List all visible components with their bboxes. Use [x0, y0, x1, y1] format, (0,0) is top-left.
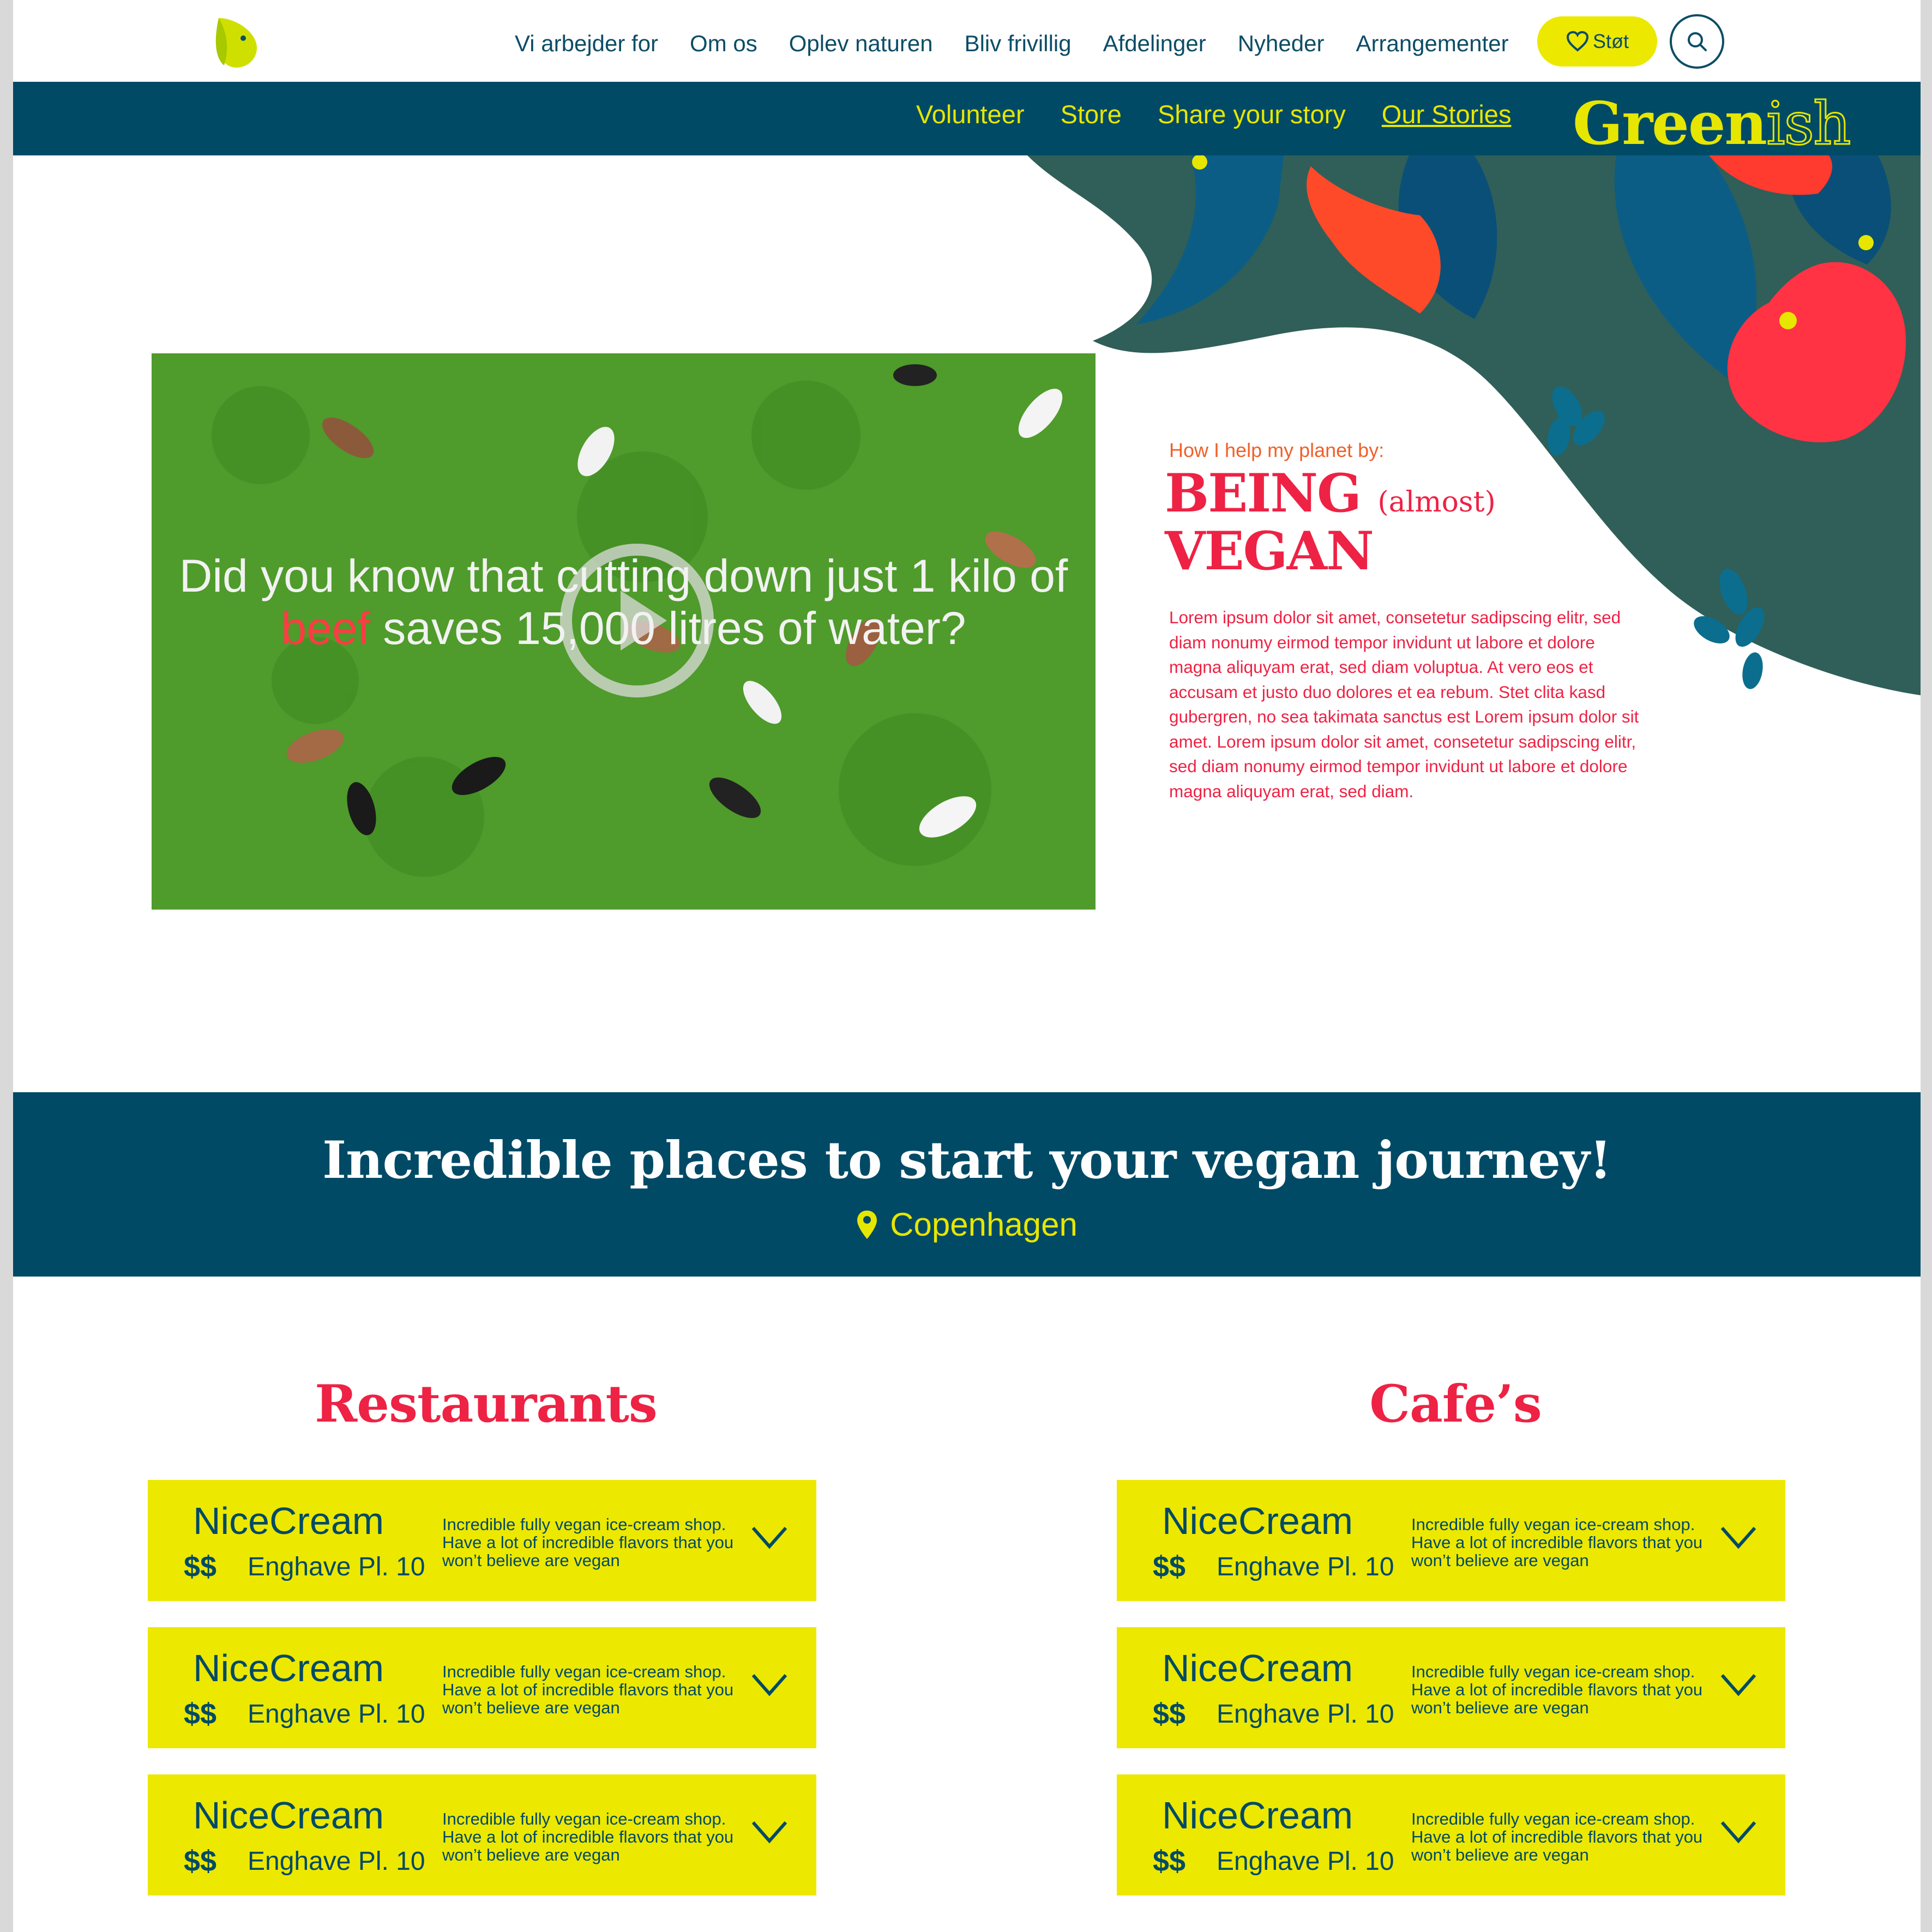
place-address: Enghave Pl. 10: [1217, 1700, 1394, 1729]
price-level: $$: [184, 1550, 217, 1583]
restaurant-card[interactable]: NiceCream $$ Enghave Pl. 10 Incredible f…: [148, 1627, 816, 1748]
price-level: $$: [1153, 1698, 1186, 1730]
place-description: Incredible fully vegan ice-cream shop. H…: [1411, 1809, 1703, 1864]
place-address: Enghave Pl. 10: [248, 1552, 425, 1581]
place-description: Incredible fully vegan ice-cream shop. H…: [442, 1515, 734, 1570]
search-icon: [1688, 32, 1707, 51]
restaurants-title: Restaurants: [315, 1374, 658, 1434]
intro-title-line2: VEGAN: [1165, 520, 1374, 582]
nav-link-nyheder[interactable]: Nyheder: [1238, 31, 1325, 57]
caption-part-2: saves 15,000 litres of water?: [370, 603, 966, 654]
place-name: NiceCream: [1162, 1794, 1353, 1837]
chevron-down-icon[interactable]: [750, 1524, 789, 1551]
price-level: $$: [1153, 1550, 1186, 1583]
cafe-card[interactable]: NiceCream $$ Enghave Pl. 10 Incredible f…: [1117, 1480, 1785, 1601]
subnav-share-your-story[interactable]: Share your story: [1158, 99, 1346, 129]
greenish-brand-logo[interactable]: Greenish: [1573, 89, 1852, 159]
intro-title-line1: BEING: [1165, 462, 1362, 524]
nav-link-vi-arbejder-for[interactable]: Vi arbejder for: [515, 31, 658, 57]
support-button[interactable]: Støt: [1537, 16, 1657, 67]
location-row[interactable]: Copenhagen: [13, 1206, 1921, 1243]
map-pin-icon: [857, 1210, 877, 1239]
heart-icon: [1566, 31, 1588, 52]
page: Vi arbejder for Om os Oplev naturen Bliv…: [13, 0, 1921, 1932]
caption-highlight: beef: [281, 603, 370, 654]
nav-link-oplev-naturen[interactable]: Oplev naturen: [789, 31, 933, 57]
chevron-down-icon[interactable]: [1719, 1818, 1758, 1845]
chevron-down-icon[interactable]: [1719, 1671, 1758, 1698]
place-description: Incredible fully vegan ice-cream shop. H…: [442, 1809, 734, 1864]
price-level: $$: [1153, 1845, 1186, 1877]
place-name: NiceCream: [1162, 1500, 1353, 1542]
place-name: NiceCream: [1162, 1647, 1353, 1689]
subnav-our-stories[interactable]: Our Stories: [1382, 99, 1512, 129]
subnav-links: Volunteer Store Share your story Our Sto…: [916, 99, 1547, 129]
subnav-volunteer[interactable]: Volunteer: [916, 99, 1025, 129]
place-name: NiceCream: [193, 1647, 384, 1689]
restaurant-card[interactable]: NiceCream $$ Enghave Pl. 10 Incredible f…: [148, 1480, 816, 1601]
place-address: Enghave Pl. 10: [248, 1700, 425, 1729]
subnav-store[interactable]: Store: [1061, 99, 1122, 129]
place-description: Incredible fully vegan ice-cream shop. H…: [1411, 1662, 1703, 1717]
caption-part-1: Did you know that cutting down just 1 ki…: [179, 550, 1068, 601]
price-level: $$: [184, 1845, 217, 1877]
place-description: Incredible fully vegan ice-cream shop. H…: [1411, 1515, 1703, 1570]
top-nav-links: Vi arbejder for Om os Oplev naturen Bliv…: [515, 22, 1540, 65]
price-level: $$: [184, 1698, 217, 1730]
brand-main: Green: [1573, 89, 1767, 158]
vegan-journey-band: Incredible places to start your vegan jo…: [13, 1092, 1921, 1277]
place-name: NiceCream: [193, 1794, 384, 1837]
location-label: Copenhagen: [890, 1206, 1078, 1243]
butterfly-logo-icon[interactable]: [213, 15, 262, 70]
restaurant-card[interactable]: NiceCream $$ Enghave Pl. 10 Incredible f…: [148, 1774, 816, 1895]
support-label: Støt: [1592, 30, 1629, 52]
place-description: Incredible fully vegan ice-cream shop. H…: [442, 1662, 734, 1717]
intro-title-small: (almost): [1377, 486, 1496, 519]
intro-kicker: How I help my planet by:: [1169, 439, 1385, 461]
cafe-card[interactable]: NiceCream $$ Enghave Pl. 10 Incredible f…: [1117, 1627, 1785, 1748]
chevron-down-icon[interactable]: [750, 1818, 789, 1845]
nav-link-bliv-frivillig[interactable]: Bliv frivillig: [965, 31, 1072, 57]
brand-suffix: ish: [1766, 89, 1852, 159]
cafes-title: Cafe’s: [1369, 1374, 1542, 1434]
chevron-down-icon[interactable]: [1719, 1524, 1758, 1551]
video-caption: Did you know that cutting down just 1 ki…: [152, 550, 1096, 654]
top-navigation: Vi arbejder for Om os Oplev naturen Bliv…: [13, 0, 1921, 82]
nav-link-arrangementer[interactable]: Arrangementer: [1356, 31, 1508, 57]
intro-title: BEING (almost) VEGAN: [1165, 467, 1496, 577]
band-title: Incredible places to start your vegan jo…: [322, 1130, 1612, 1190]
cafe-card[interactable]: NiceCream $$ Enghave Pl. 10 Incredible f…: [1117, 1774, 1785, 1895]
intro-body: Lorem ipsum dolor sit amet, consetetur s…: [1169, 607, 1639, 801]
place-address: Enghave Pl. 10: [1217, 1552, 1394, 1581]
video-player[interactable]: Did you know that cutting down just 1 ki…: [152, 353, 1096, 910]
greenish-subnav-bar: Volunteer Store Share your story Our Sto…: [13, 82, 1921, 159]
place-address: Enghave Pl. 10: [248, 1847, 425, 1876]
place-name: NiceCream: [193, 1500, 384, 1542]
nav-link-afdelinger[interactable]: Afdelinger: [1103, 31, 1206, 57]
chevron-down-icon[interactable]: [750, 1671, 789, 1698]
place-address: Enghave Pl. 10: [1217, 1847, 1394, 1876]
search-button[interactable]: [1670, 14, 1724, 69]
nav-link-om-os[interactable]: Om os: [690, 31, 757, 57]
